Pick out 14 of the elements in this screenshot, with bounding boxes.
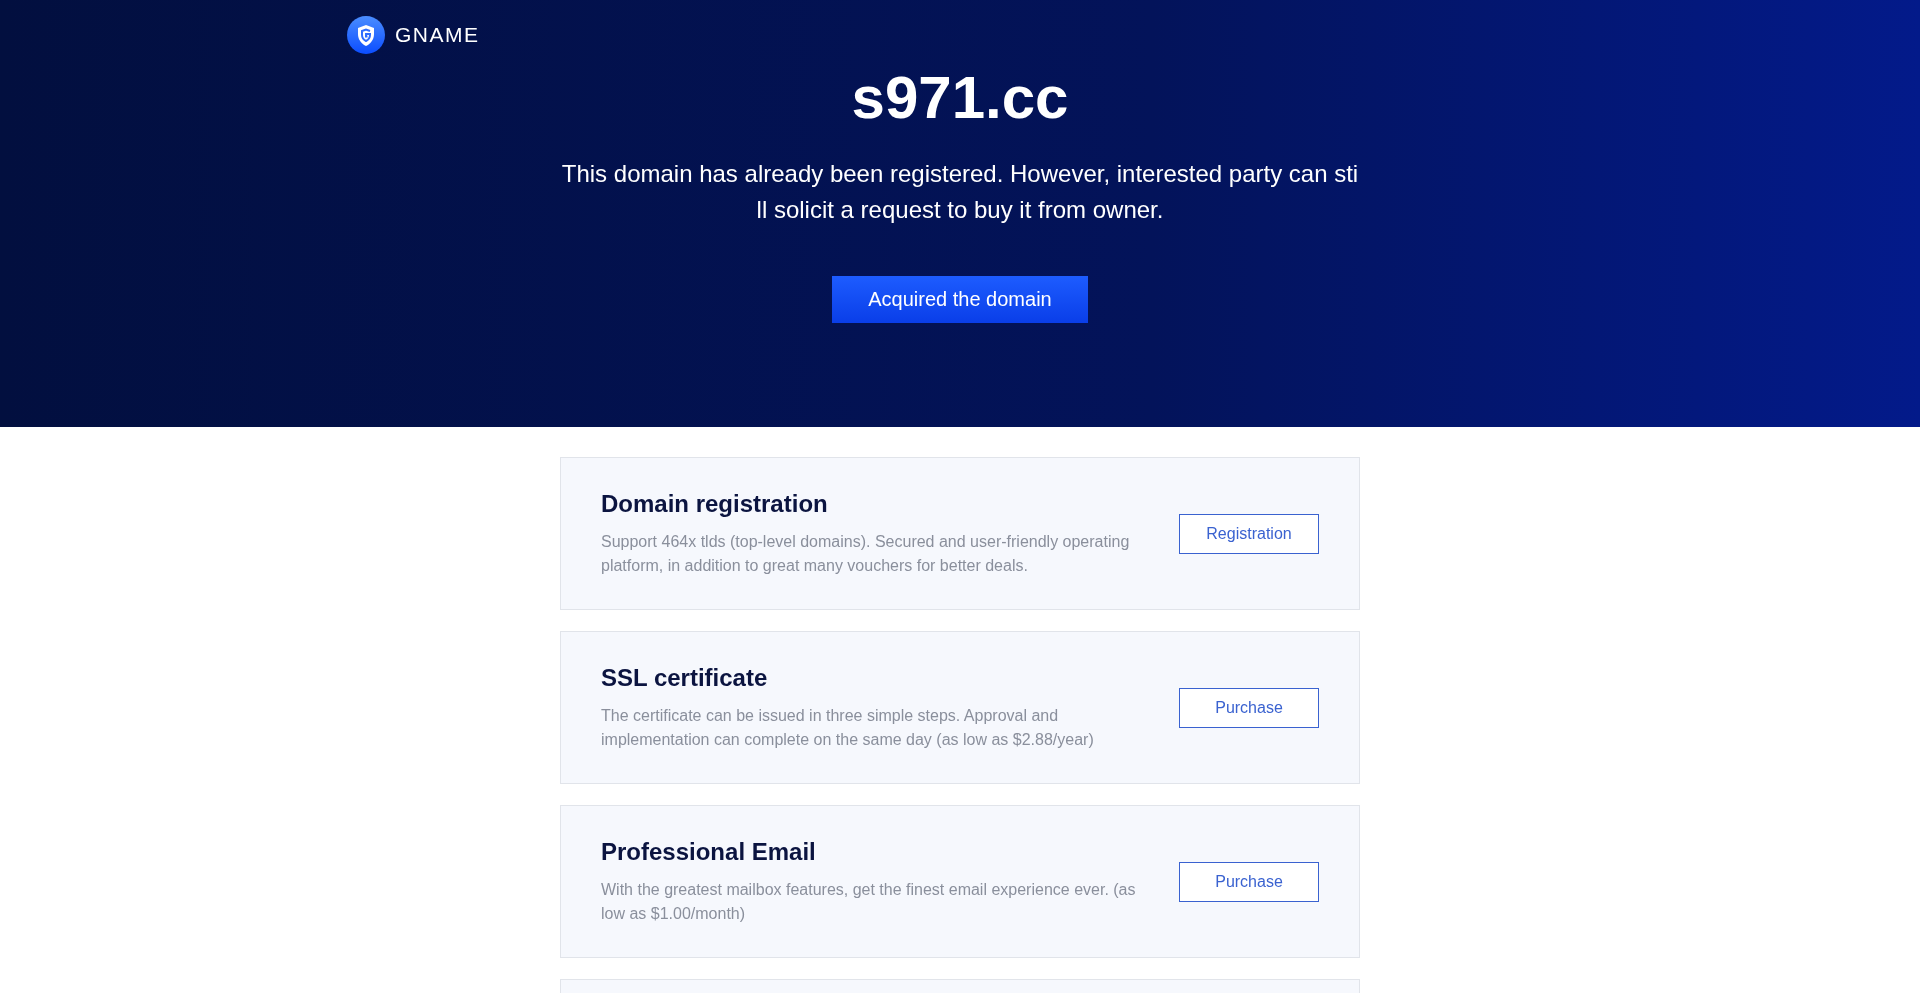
service-button[interactable]: Purchase <box>1179 687 1319 728</box>
brand-name: GNAME <box>395 23 480 47</box>
service-title: Professional Email <box>601 837 817 866</box>
hero-message: This domain has already been registered. However, interested party can still solicit a request to buy it from owner. <box>560 159 1360 225</box>
service-button[interactable]: Registration <box>1179 513 1319 554</box>
service-description: Support 464x tlds (top-level domains). Secured and user-friendly operating platform, in addition to great many vouchers for better deals. <box>601 531 1131 576</box>
domain-name: s971.cc <box>851 63 1069 133</box>
service-title: SSL certificate <box>601 663 769 692</box>
service-title: Domain registration <box>601 489 829 518</box>
service-button[interactable]: Purchase <box>1179 861 1319 902</box>
service-description: With the greatest mailbox features, get the finest email experience ever. (as low as $1.00/month) <box>601 879 1137 924</box>
service-description: The certificate can be issued in three simple steps. Approval and implementation can complete on the same day (as low as $2.88/year) <box>601 705 1095 750</box>
logo-icon <box>347 16 385 54</box>
acquire-button[interactable]: Acquired the domain <box>832 276 1088 323</box>
